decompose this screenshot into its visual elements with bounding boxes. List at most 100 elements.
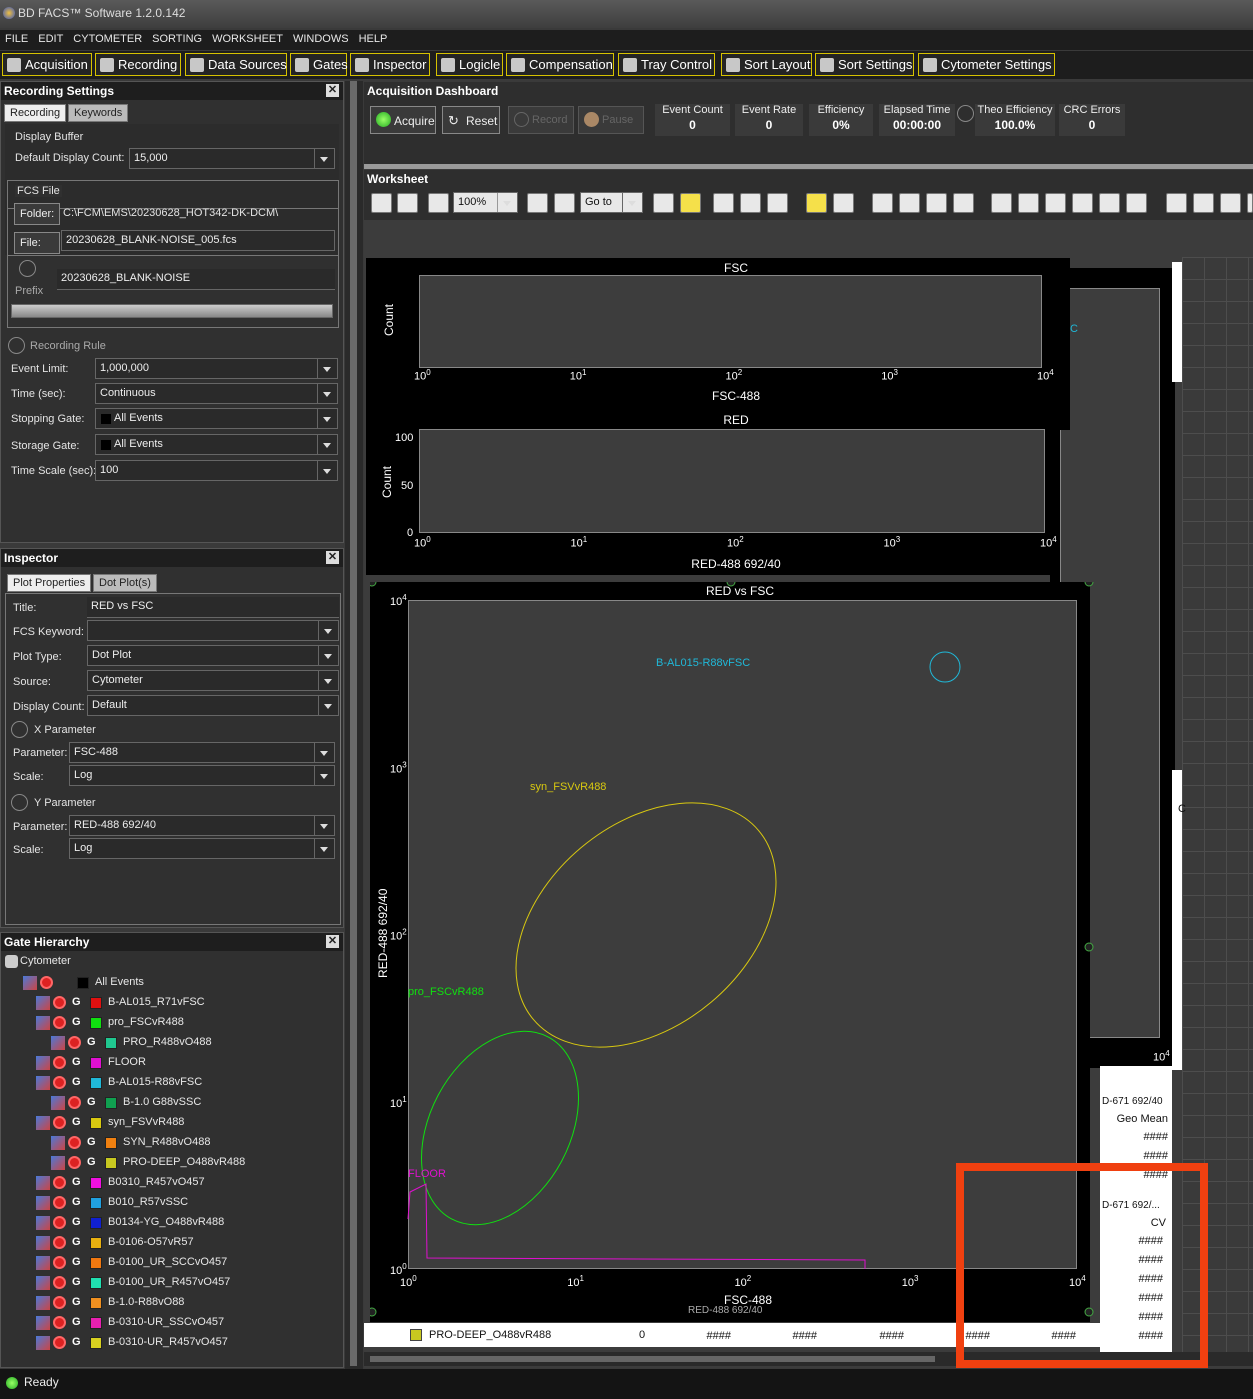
sort-settings-button[interactable]: Sort Settings	[815, 53, 914, 76]
plot-type-select[interactable]: Dot Plot	[87, 645, 339, 666]
print-icon[interactable]	[397, 193, 418, 213]
acquire-button[interactable]: Acquire	[370, 106, 436, 134]
tab-keywords[interactable]: Keywords	[68, 104, 129, 122]
gate-disable-icon[interactable]	[68, 1156, 81, 1169]
red-histogram[interactable]: RED Count RED-488 692/40 100 101 102 103 104…	[366, 410, 1057, 575]
snap-gate-icon[interactable]	[1072, 193, 1093, 213]
tab-recording[interactable]: Recording	[4, 104, 67, 122]
zoom-out-icon[interactable]	[740, 193, 761, 213]
event-limit-select[interactable]: 1,000,000	[95, 358, 338, 379]
close-icon[interactable]: ✕	[326, 551, 339, 564]
page-icon[interactable]	[527, 193, 548, 213]
gate-disable-icon[interactable]	[68, 1096, 81, 1109]
histogram-icon[interactable]	[953, 193, 974, 213]
goto-select[interactable]: Go to	[580, 192, 643, 213]
gate-disable-icon[interactable]	[53, 1016, 66, 1029]
record-button[interactable]: Record	[508, 106, 574, 134]
recording-rule-collapse-icon[interactable]	[8, 337, 25, 354]
gate-disable-icon[interactable]	[53, 1276, 66, 1289]
y-parameter-collapse-icon[interactable]	[11, 794, 28, 811]
vertical-scrollbar[interactable]	[350, 81, 357, 1366]
contour-plot-icon[interactable]	[899, 193, 920, 213]
reset-button[interactable]: ↻ Reset	[442, 106, 500, 134]
storage-gate-select[interactable]: All Events	[95, 434, 338, 455]
fsc-histogram[interactable]: FSC Count FSC-488 100 101 102 103 104	[366, 258, 1056, 410]
menu-help[interactable]: HELP	[354, 30, 393, 45]
resize-handle[interactable]	[370, 582, 377, 587]
acquisition-button[interactable]: Acquisition	[2, 53, 92, 76]
tab-dot-plots[interactable]: Dot Plot(s)	[93, 574, 157, 592]
gate-disable-icon[interactable]	[53, 1256, 66, 1269]
file-button[interactable]: File:	[14, 232, 60, 254]
delete-page-icon[interactable]	[554, 193, 575, 213]
gate-disable-icon[interactable]	[53, 1336, 66, 1349]
file-name-field[interactable]: 20230628_BLANK-NOISE_005.fcs	[61, 230, 335, 251]
resize-handle[interactable]	[370, 1307, 377, 1317]
x-parameter-collapse-icon[interactable]	[11, 721, 28, 738]
pointer-icon[interactable]	[806, 193, 827, 213]
gate-floor[interactable]	[407, 1183, 866, 1269]
x-parameter-select[interactable]: FSC-488	[69, 742, 335, 763]
resize-handle[interactable]	[1084, 582, 1094, 587]
menu-edit[interactable]: EDIT	[33, 30, 68, 45]
logicle-button[interactable]: Logicle	[436, 53, 503, 76]
pdf-icon[interactable]	[371, 193, 392, 213]
gate-disable-icon[interactable]	[68, 1136, 81, 1149]
plot-title-field[interactable]: RED vs FSC	[87, 597, 339, 618]
source-select[interactable]: Cytometer	[87, 670, 339, 691]
gates-button[interactable]: Gates	[290, 53, 348, 76]
zoom-select[interactable]: 100%	[453, 192, 518, 213]
gate-disable-icon[interactable]	[53, 1296, 66, 1309]
dot-plot-icon[interactable]	[872, 193, 893, 213]
menu-file[interactable]: FILE	[0, 30, 33, 45]
time-scale-select[interactable]: 100	[95, 460, 338, 481]
gate-syn-fsvvr488[interactable]	[468, 753, 823, 1097]
cytometer-settings-button[interactable]: Cytometer Settings	[918, 53, 1055, 76]
stopping-gate-select[interactable]: All Events	[95, 408, 338, 429]
gate-disable-icon[interactable]	[40, 976, 53, 989]
quadrant-gate-icon[interactable]	[1099, 193, 1120, 213]
ellipse-gate-icon[interactable]	[1045, 193, 1066, 213]
y-scale-select[interactable]: Log	[69, 838, 335, 859]
menu-windows[interactable]: WINDOWS	[288, 30, 354, 45]
gate-disable-icon[interactable]	[53, 1196, 66, 1209]
tray-control-button[interactable]: Tray Control	[618, 53, 715, 76]
interval-gate-icon[interactable]	[1126, 193, 1147, 213]
time-select[interactable]: Continuous	[95, 383, 338, 404]
menu-worksheet[interactable]: WORKSHEET	[207, 30, 288, 45]
gate-disable-icon[interactable]	[53, 1236, 66, 1249]
more-icon[interactable]	[1247, 193, 1253, 213]
pan-hand-icon[interactable]	[833, 193, 854, 213]
rectangle-gate-icon[interactable]	[991, 193, 1012, 213]
menu-sorting[interactable]: SORTING	[147, 30, 207, 45]
fit-icon[interactable]	[428, 193, 449, 213]
align-top-icon[interactable]	[1193, 193, 1214, 213]
display-count-select[interactable]: Default	[87, 695, 339, 716]
density-plot-icon[interactable]	[926, 193, 947, 213]
recording-button[interactable]: Recording	[95, 53, 181, 76]
gate-disable-icon[interactable]	[53, 1056, 66, 1069]
sort-layout-button[interactable]: Sort Layout	[721, 53, 812, 76]
folder-button[interactable]: Folder:	[14, 203, 60, 225]
resize-handle[interactable]	[726, 582, 736, 587]
gate-b-al015-r88vfsc[interactable]	[929, 651, 961, 683]
menu-cytometer[interactable]: CYTOMETER	[68, 30, 147, 45]
list-view-icon[interactable]	[653, 193, 674, 213]
resize-handle[interactable]	[1084, 942, 1094, 952]
align-left-icon[interactable]	[1166, 193, 1187, 213]
zoom-in-icon[interactable]	[713, 193, 734, 213]
prefix-toggle-icon[interactable]	[19, 260, 36, 277]
zoom-reset-icon[interactable]	[767, 193, 788, 213]
gate-disable-icon[interactable]	[53, 1216, 66, 1229]
data-sources-button[interactable]: Data Sources	[185, 53, 287, 76]
close-icon[interactable]: ✕	[326, 84, 339, 97]
gate-disable-icon[interactable]	[53, 1076, 66, 1089]
scrollbar-thumb[interactable]	[370, 1356, 935, 1362]
inspector-button[interactable]: Inspector	[350, 53, 430, 76]
gate-disable-icon[interactable]	[53, 996, 66, 1009]
gate-pro-fscvr488[interactable]	[390, 1004, 610, 1252]
y-parameter-select[interactable]: RED-488 692/40	[69, 815, 335, 836]
tab-plot-properties[interactable]: Plot Properties	[7, 574, 92, 592]
fcs-keyword-select[interactable]	[87, 620, 339, 641]
x-scale-select[interactable]: Log	[69, 765, 335, 786]
